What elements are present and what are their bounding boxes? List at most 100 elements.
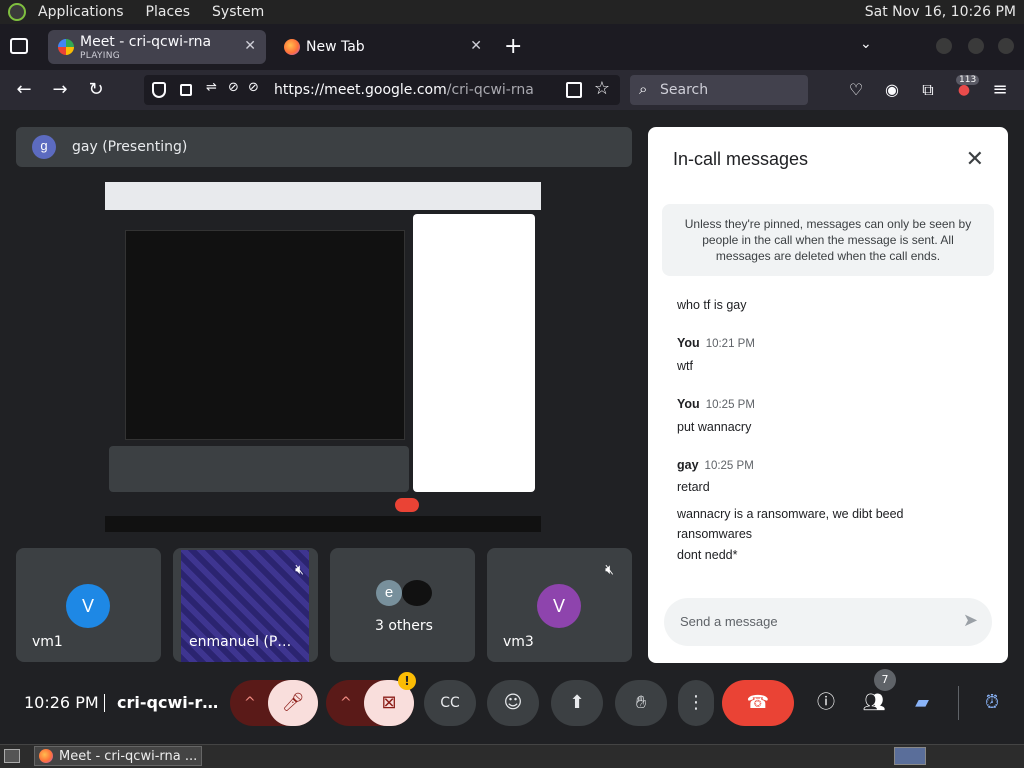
message-text: retard [677,480,710,494]
end-call-button[interactable]: ☎ [722,680,794,726]
activities-icon[interactable]: ⏰︎ [974,680,1010,726]
menu-applications[interactable]: Applications [38,4,124,20]
meeting-info-icon[interactable]: ⓘ [808,680,844,726]
chat-message: dont nedd* [677,548,737,562]
message-text: wannacry is a ransomware, we dibt beed r… [677,507,904,541]
search-bar[interactable]: ⌕ Search [630,75,808,105]
navigation-toolbar: ← → ↻ ⇌ ⊘ ⊘ https://meet.google.com/cri-… [0,70,1024,110]
forward-icon[interactable]: → [48,78,72,102]
meeting-code[interactable]: cri-qcwi-r… [117,693,218,712]
participant-name: enmanuel (P… [189,634,292,650]
window-maximize-icon[interactable] [968,38,984,54]
message-sender: You [677,397,700,411]
meeting-time: 10:26 PM [24,693,99,712]
menu-places[interactable]: Places [146,4,191,20]
camera-control-group: ^ ⊠ ! [326,672,416,726]
message-input[interactable]: Send a message ➤ [664,598,992,646]
gnome-foot-icon[interactable] [8,3,26,21]
firefox-favicon-icon [284,39,300,55]
mic-blocked-icon[interactable]: ⊘ [248,80,259,95]
screen-share-view[interactable] [105,182,541,532]
taskbar: Meet - cri-qcwi-rna ... [0,744,1024,768]
taskbar-window-title: Meet - cri-qcwi-rna ... [59,749,198,764]
menu-system[interactable]: System [212,4,264,20]
nested-chat [413,214,535,492]
panel-clock[interactable]: Sat Nov 16, 10:26 PM [865,4,1016,20]
tab-list-icon[interactable] [10,38,28,54]
message-time: 10:25 PM [705,399,755,411]
tab-playing-label: PLAYING [80,51,121,61]
captions-button[interactable]: CC [424,680,476,726]
extensions-badge: 113 [956,75,980,85]
audio-settings-icon[interactable]: ^ [244,680,256,726]
reload-icon[interactable]: ↻ [84,78,108,102]
raise-hand-button[interactable]: ✋︎ [615,680,667,726]
chat-message: wtf [677,359,693,373]
emoji-button[interactable]: ☺ [487,680,539,726]
participant-avatar-image [402,580,432,606]
tab-title: New Tab [306,39,365,55]
url-text[interactable]: https://meet.google.com/cri-qcwi-rna [274,82,534,98]
camera-blocked-icon[interactable]: ⊘ [228,80,239,95]
muted-icon: 🔇︎ [295,562,304,578]
message-text: wtf [677,359,693,373]
url-bar[interactable]: ⇌ ⊘ ⊘ https://meet.google.com/cri-qcwi-r… [144,75,620,105]
presenting-bar: g gay (Presenting) [16,127,632,167]
participant-tile[interactable]: e 3 others [330,548,475,662]
mic-off-button[interactable]: 🎤︎ [268,680,318,726]
account-icon[interactable]: ◉ [880,78,904,102]
search-icon: ⌕ [639,80,648,98]
participant-avatar: V [537,584,581,628]
tab-new-tab[interactable]: New Tab ✕ [274,30,492,64]
nested-share [125,230,405,440]
gnome-top-panel: Applications Places System Sat Nov 16, 1… [0,0,1024,24]
firefox-icon [39,749,53,763]
participant-tile[interactable]: 🔇︎ V vm3 [487,548,632,662]
participant-tile[interactable]: 🔇︎ enmanuel (P… [173,548,318,662]
meet-main: g gay (Presenting) V vm1 🔇︎ enmanuel (P…… [0,110,1024,744]
list-all-tabs-icon[interactable]: ⌄ [860,36,872,52]
message-time: 10:21 PM [705,338,755,350]
bookmark-star-icon[interactable]: ☆ [594,78,610,99]
lock-icon[interactable] [180,84,192,96]
window-minimize-icon[interactable] [936,38,952,54]
send-icon[interactable]: ➤ [963,610,978,631]
separator [958,686,959,720]
camera-warning-badge: ! [398,672,416,690]
meet-favicon-icon [58,39,74,55]
tab-close-icon[interactable]: ✕ [470,38,482,54]
video-settings-icon[interactable]: ^ [340,680,352,726]
tab-meet[interactable]: Meet - cri-qcwi-rna PLAYING ✕ [48,30,266,64]
new-tab-icon[interactable]: + [504,34,522,59]
extensions-icon[interactable]: ⧉ [916,78,940,102]
present-button[interactable]: ⬆ [551,680,603,726]
chat-notice: Unless they're pinned, messages can only… [662,204,994,276]
participant-avatar: e [376,580,402,606]
participant-tile[interactable]: V vm1 [16,548,161,662]
permissions-icon[interactable]: ⇌ [206,80,217,95]
more-options-button[interactable]: ⋮ [678,680,714,726]
close-chat-icon[interactable]: ✕ [966,147,984,172]
chat-message-header: You 10:21 PM [677,336,755,350]
tab-close-icon[interactable]: ✕ [244,38,256,54]
participant-avatar: V [66,584,110,628]
taskbar-window-button[interactable]: Meet - cri-qcwi-rna ... [34,746,202,766]
tab-title: Meet - cri-qcwi-rna [80,34,212,50]
app-menu-icon[interactable]: ≡ [988,78,1012,102]
nested-tiles [109,446,409,492]
muted-icon: 🔇︎ [605,562,614,578]
message-text: put wannacry [677,420,752,434]
message-text: dont nedd* [677,548,738,562]
reader-view-icon[interactable] [566,82,582,98]
message-time: 10:25 PM [704,460,754,472]
chat-icon[interactable]: ▰ [904,680,940,726]
show-desktop-icon[interactable] [4,749,20,763]
tracking-protection-icon[interactable] [152,82,166,98]
participant-name: 3 others [375,618,433,634]
back-icon[interactable]: ← [12,78,36,102]
window-close-icon[interactable] [998,38,1014,54]
pocket-icon[interactable]: ♡ [844,78,868,102]
message-sender: You [677,336,700,350]
workspace-switcher[interactable] [894,747,926,765]
shared-browser-chrome [105,182,541,210]
